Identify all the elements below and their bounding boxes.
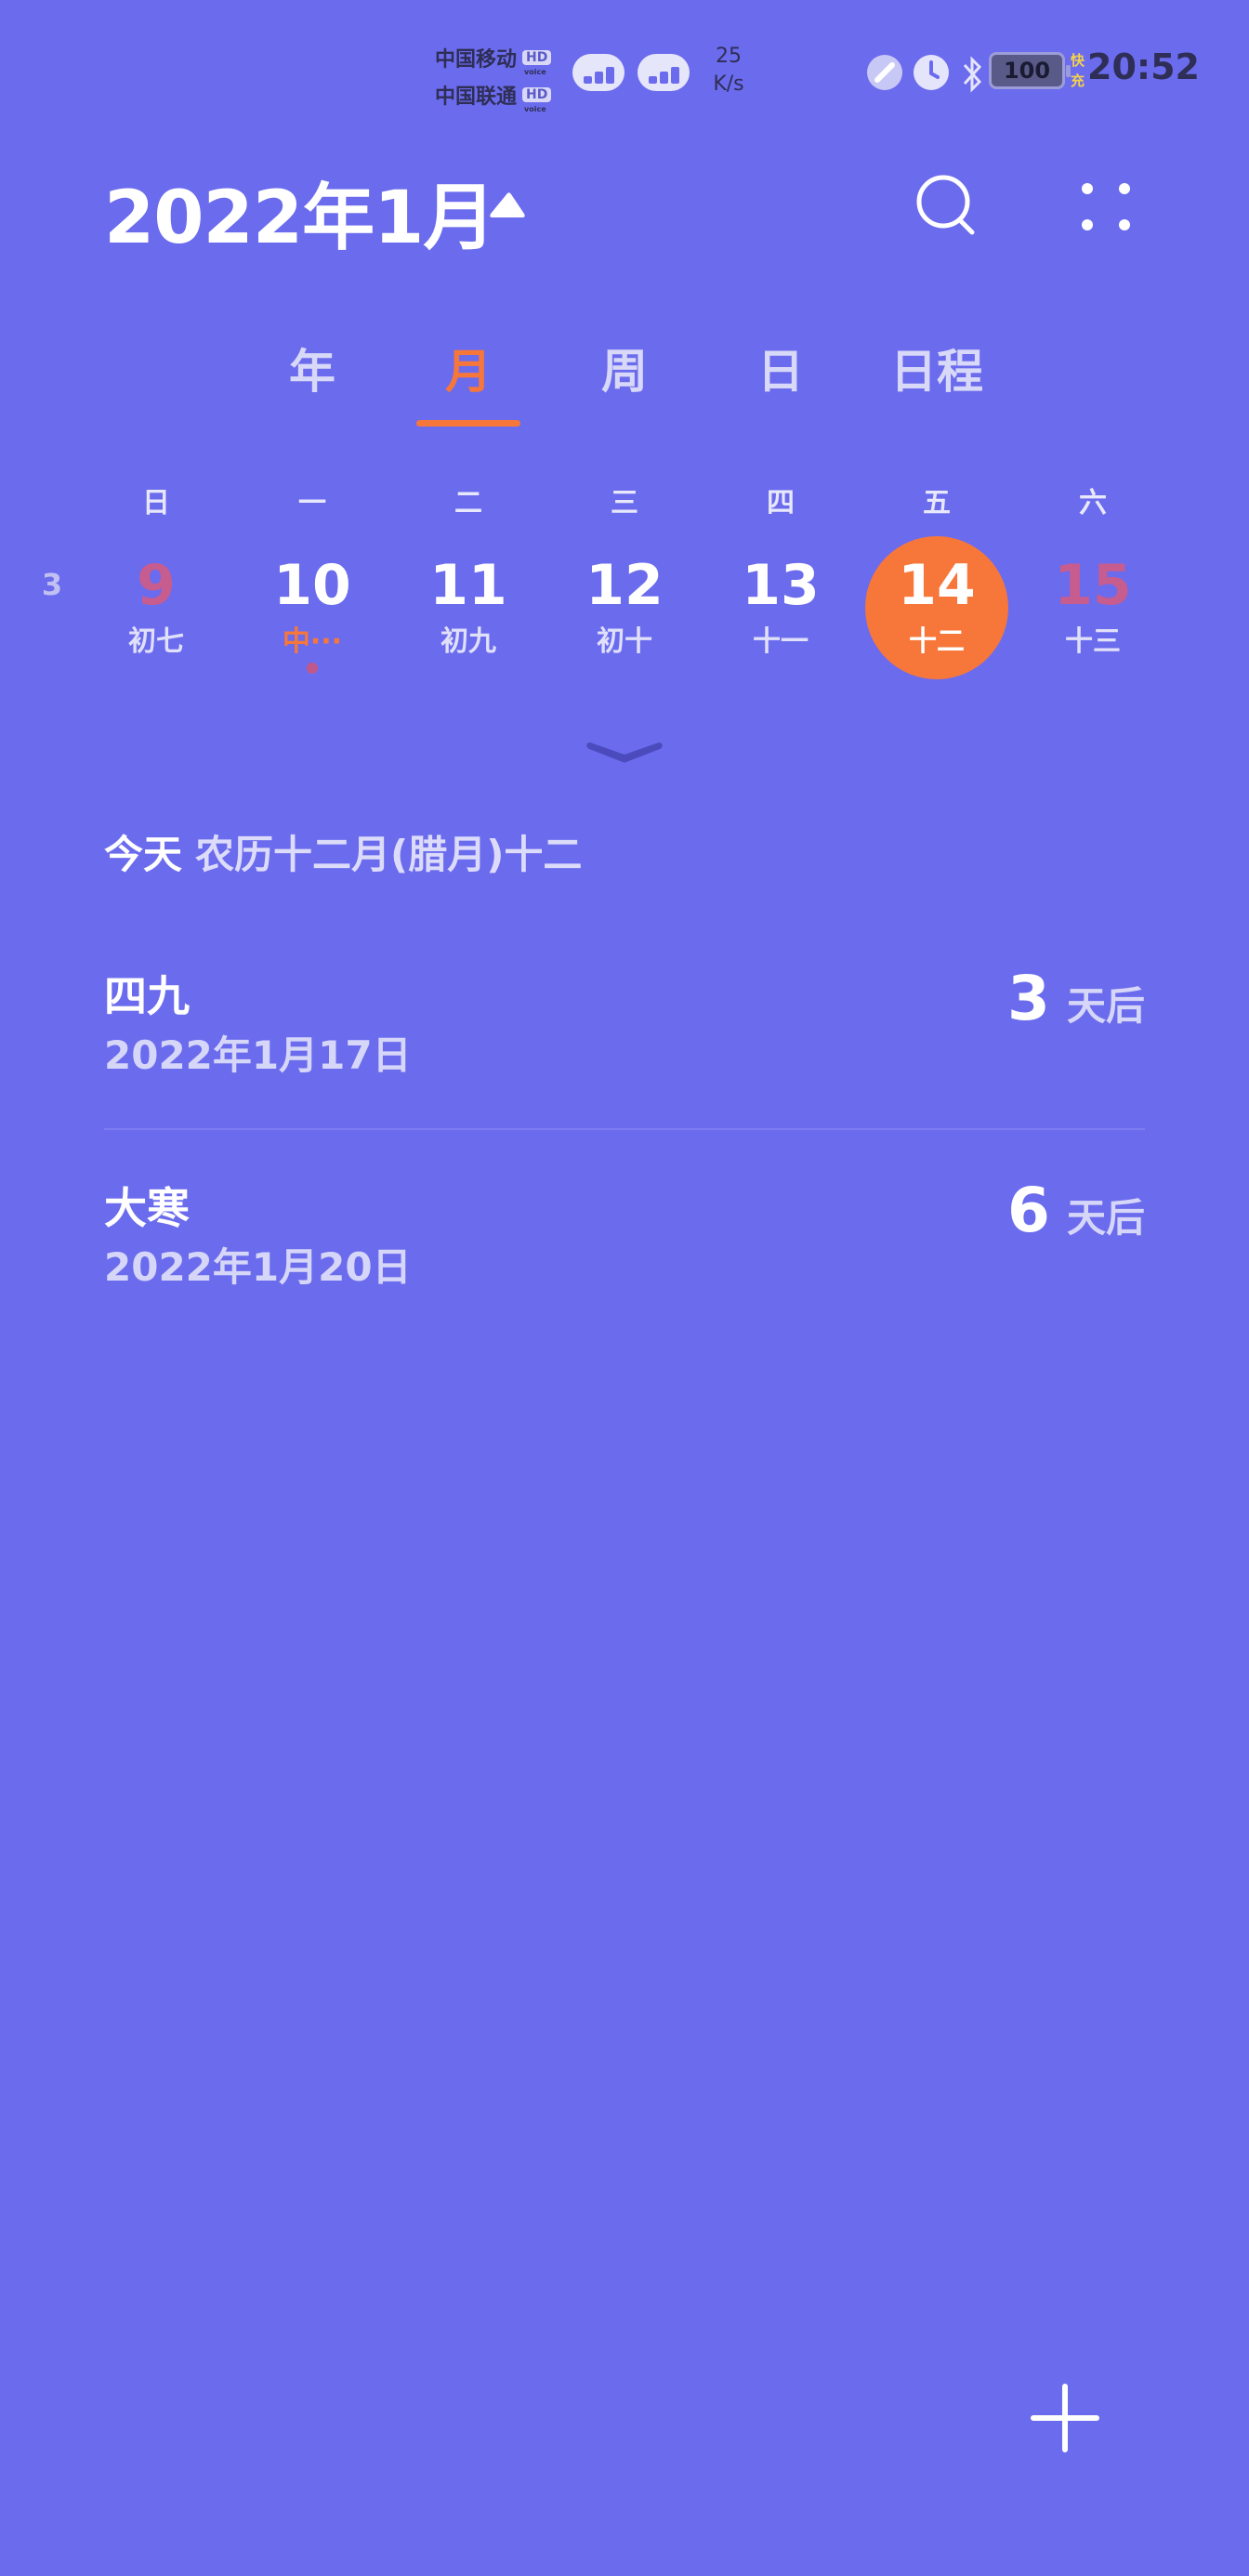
day-number: 13 <box>742 553 820 618</box>
day-cell[interactable]: 12 初十 <box>546 534 703 683</box>
tab-schedule[interactable]: 日程 <box>872 335 1002 427</box>
today-info: 今天 农历十二月(腊月)十二 <box>104 823 582 880</box>
divider <box>104 1128 1145 1130</box>
list-item[interactable]: 大寒 2022年1月20日 6 天后 <box>104 1175 1145 1360</box>
day-lunar: 中··· <box>282 625 343 658</box>
event-days: 3 <box>1007 963 1050 1034</box>
day-cell[interactable]: 13 十一 <box>703 534 859 683</box>
day-number: 12 <box>585 553 664 618</box>
day-cell[interactable]: 10 中··· <box>234 534 390 683</box>
day-lunar: 十一 <box>753 625 809 658</box>
weekday-label: 一 <box>298 487 326 519</box>
tab-week[interactable]: 周 <box>569 335 680 427</box>
tab-label: 年 <box>289 345 335 399</box>
weekday-label: 六 <box>1079 487 1107 519</box>
network-speed: 25 K/s <box>708 43 749 99</box>
event-unit: 天后 <box>1066 1195 1145 1241</box>
hd-voice-badge: HD <box>522 50 552 80</box>
day-number: 9 <box>137 553 176 618</box>
event-dot <box>307 663 318 674</box>
day-number: 15 <box>1054 553 1132 618</box>
day-lunar: 十三 <box>1065 625 1121 658</box>
tab-month[interactable]: 月 <box>413 335 524 427</box>
tab-label: 日 <box>757 345 804 399</box>
signal-icon <box>638 54 690 91</box>
alarm-icon <box>913 54 950 95</box>
status-bar: 中国移动 HD 中国联通 HD 25 K/s 100 快充 20:52 <box>0 0 1249 139</box>
carrier-info: 中国移动 HD 中国联通 HD <box>435 39 565 117</box>
event-title: 四九 <box>104 971 190 1021</box>
weekday-label: 三 <box>611 487 638 519</box>
day-lunar: 初九 <box>440 625 496 658</box>
day-number: 11 <box>429 553 507 618</box>
event-countdown: 3 天后 <box>1007 963 1145 1056</box>
triangle-up-icon[interactable] <box>487 190 528 221</box>
weekday-label: 五 <box>923 487 951 519</box>
speed-value: 25 <box>716 45 742 68</box>
tab-indicator <box>416 420 520 427</box>
search-icon[interactable] <box>911 169 985 243</box>
weekday-label: 日 <box>142 487 170 519</box>
bluetooth-icon <box>961 54 985 99</box>
signal-icon <box>572 54 624 91</box>
weekday-header: 日 一 二 三 四 五 六 <box>0 480 1249 519</box>
hd-voice-badge: HD <box>522 87 552 117</box>
tab-year[interactable]: 年 <box>256 335 368 427</box>
tab-label: 周 <box>601 345 648 399</box>
tab-label: 日程 <box>890 345 983 399</box>
event-date: 2022年1月17日 <box>104 1032 412 1078</box>
event-days: 6 <box>1007 1175 1050 1246</box>
tab-label: 月 <box>445 345 492 399</box>
event-date: 2022年1月20日 <box>104 1244 412 1290</box>
view-tabs: 年 月 周 日 日程 <box>0 335 1249 437</box>
battery-icon: 100 <box>989 52 1071 89</box>
month-title[interactable]: 2022年1月 <box>104 160 495 264</box>
day-number: 10 <box>273 553 351 618</box>
day-lunar: 初十 <box>597 625 652 658</box>
week-number: 3 <box>41 567 63 602</box>
event-unit: 天后 <box>1066 983 1145 1029</box>
plus-icon[interactable] <box>1028 2381 1102 2455</box>
weekday-label: 四 <box>767 487 795 519</box>
chevron-down-icon[interactable] <box>580 734 669 771</box>
carrier-1: 中国移动 <box>435 48 518 72</box>
day-number: 14 <box>898 553 976 618</box>
link-icon <box>866 54 903 95</box>
event-countdown: 6 天后 <box>1007 1175 1145 1268</box>
day-cell[interactable]: 11 初九 <box>390 534 546 683</box>
status-time: 20:52 <box>1087 46 1200 87</box>
event-title: 大寒 <box>104 1183 190 1233</box>
more-dots-icon[interactable] <box>1069 173 1143 238</box>
carrier-2: 中国联通 <box>435 85 518 109</box>
today-lunar-date: 农历十二月(腊月)十二 <box>195 832 583 877</box>
day-lunar: 初七 <box>128 625 184 658</box>
day-lunar: 十二 <box>909 625 965 658</box>
list-item[interactable]: 四九 2022年1月17日 3 天后 <box>104 963 1145 1149</box>
tab-day[interactable]: 日 <box>725 335 836 427</box>
today-label: 今天 <box>104 832 183 877</box>
fast-charge-label: 快充 <box>1071 52 1085 89</box>
day-cell[interactable]: 9 初七 <box>78 534 234 683</box>
day-cell[interactable]: 15 十三 <box>1015 534 1171 683</box>
speed-unit: K/s <box>713 72 744 96</box>
weekday-label: 二 <box>454 487 482 519</box>
day-cell-today[interactable]: 14 十二 <box>859 534 1015 683</box>
